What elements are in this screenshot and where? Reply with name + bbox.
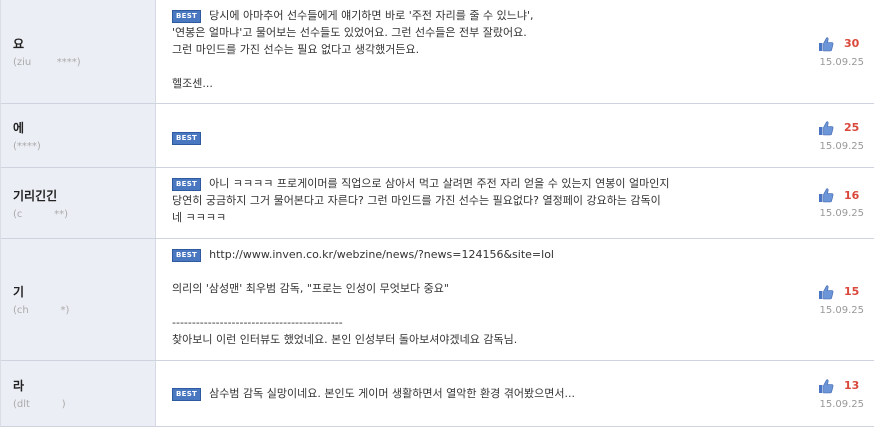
comment-link[interactable]: http://www.inven.co.kr/webzine/news/?new… [209,248,554,261]
comment-body: BEST [156,104,804,167]
thumbs-up-icon[interactable] [818,284,834,300]
comment-meta: 16 15.09.25 [804,168,874,238]
comment-date: 15.09.25 [819,56,864,68]
comment-text-line [172,58,794,75]
comment-meta: 30 15.09.25 [804,0,874,103]
comment-text-line: 그런 마인드를 가진 선수는 필요 없다고 생각했거든요. [172,43,420,56]
comment-date: 15.09.25 [819,140,864,152]
comment-row: 기 (ch *) BEST http://www.inven.co.kr/webz… [1,239,874,361]
best-badge: BEST [172,132,202,145]
vote-group: 30 [818,36,864,52]
comment-row: 요 (ziu ****) BEST 당시에 아마추어 선수들에게 얘기하면 바로 … [1,0,874,104]
author-nickname[interactable]: 에 [13,119,155,136]
comment-text-line [172,297,794,314]
comment-meta: 25 15.09.25 [804,104,874,167]
thumbs-up-icon[interactable] [818,187,834,203]
comment-list: 요 (ziu ****) BEST 당시에 아마추어 선수들에게 얘기하면 바로 … [0,0,874,427]
comment-text-line: 당시에 아마추어 선수들에게 얘기하면 바로 '주전 자리를 줄 수 있느냐', [209,9,534,22]
vote-group: 13 [818,378,864,394]
author-id: (dlt ) [13,399,66,410]
author-nickname[interactable]: 기리긴긴 [13,187,155,204]
comment-body: BEST 아니 ㅋㅋㅋㅋ 프로게이머를 직업으로 삼아서 먹고 살려면 주전 자리… [156,168,804,238]
comment-row: 라 (dlt ) BEST 삼수범 감독 실망이네요. 본인도 게이머 생활하면서… [1,361,874,427]
best-badge: BEST [172,249,202,262]
comment-row: 에 (****) BEST 25 15.09.25 [1,104,874,168]
vote-group: 25 [818,120,864,136]
comment-body: BEST 당시에 아마추어 선수들에게 얘기하면 바로 '주전 자리를 줄 수 있… [156,0,804,103]
best-badge: BEST [172,388,202,401]
best-badge: BEST [172,10,202,23]
vote-count: 25 [844,121,860,134]
comment-date: 15.09.25 [819,304,864,316]
author-id: (c **) [13,208,69,220]
comment-text-line: 당연히 궁금하지 그거 물어본다고 자른다? 그런 마인드를 가진 선수는 필요… [172,194,661,207]
comment-text-line: ----------------------------------------… [172,316,343,329]
comment-author: 라 (dlt ) [1,361,156,426]
comment-text-line: 삼수범 감독 실망이네요. 본인도 게이머 생활하면서 열악한 환경 겪어봤으면… [209,387,575,400]
thumbs-up-icon[interactable] [818,36,834,52]
comment-text-line: 찾아보니 이런 인터뷰도 했었네요. 본인 인성부터 돌아보셔야겠네요 감독님. [172,333,518,346]
vote-count: 13 [844,379,860,392]
author-nickname[interactable]: 기 [13,283,155,300]
comment-author: 요 (ziu ****) [1,0,156,103]
comment-text-line: 아니 ㅋㅋㅋㅋ 프로게이머를 직업으로 삼아서 먹고 살려면 주전 자리 얻을 … [209,177,670,190]
comment-author: 기리긴긴 (c **) [1,168,156,238]
best-badge: BEST [172,178,202,191]
comment-date: 15.09.25 [819,398,864,410]
comment-text-line [172,263,794,280]
author-nickname[interactable]: 라 [13,377,155,394]
thumbs-up-icon[interactable] [818,120,834,136]
comment-text-line: 의리의 '삼성맨' 최우범 감독, "프로는 인성이 무엇보다 중요" [172,282,449,295]
vote-group: 16 [818,187,864,203]
comment-row: 기리긴긴 (c **) BEST 아니 ㅋㅋㅋㅋ 프로게이머를 직업으로 삼아서 … [1,168,874,239]
author-id: (ziu ****) [13,57,81,68]
comment-date: 15.09.25 [819,208,864,219]
author-id: (****) [13,141,41,152]
comment-meta: 15 15.09.25 [804,239,874,360]
author-nickname[interactable]: 요 [13,35,155,52]
thumbs-up-icon[interactable] [818,378,834,394]
comment-author: 기 (ch *) [1,239,156,360]
author-id: (ch *) [13,305,70,316]
comment-meta: 13 15.09.25 [804,361,874,426]
comment-text-line: 헬조센... [172,77,213,90]
vote-count: 30 [844,37,860,50]
comment-body: BEST http://www.inven.co.kr/webzine/news/… [156,239,804,360]
comment-text-line: 네 ㅋㅋㅋㅋ [172,211,227,224]
vote-count: 16 [844,188,860,202]
comment-body: BEST 삼수범 감독 실망이네요. 본인도 게이머 생활하면서 열악한 환경 겪… [156,361,804,426]
comment-text-line: '연봉은 얼마냐'고 물어보는 선수들도 있었어요. 그런 선수들은 전부 잘랐… [172,26,527,39]
comment-author: 에 (****) [1,104,156,167]
vote-count: 15 [844,285,860,298]
vote-group: 15 [818,284,864,300]
